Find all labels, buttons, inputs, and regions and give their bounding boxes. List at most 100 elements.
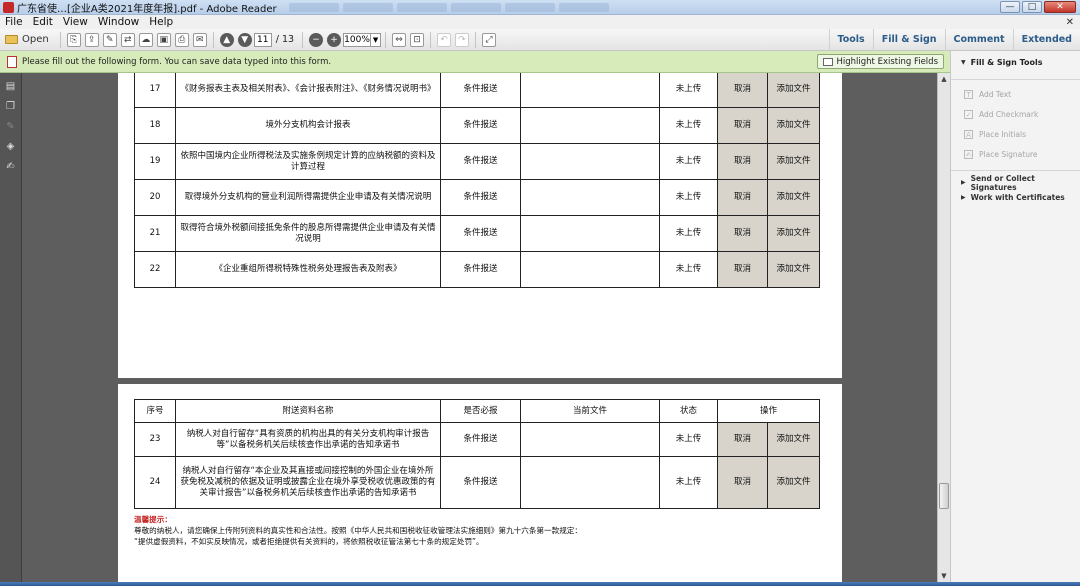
edit-button[interactable]: ✎ <box>102 32 118 48</box>
zoom-in-button[interactable]: + <box>326 32 342 48</box>
menu-window[interactable]: Window <box>93 16 144 28</box>
signatures-icon[interactable]: ✍ <box>5 161 17 173</box>
close-window-button[interactable]: ✕ <box>1044 1 1076 13</box>
send-collect-signatures-section[interactable]: ▶ Send or Collect Signatures <box>951 174 1080 192</box>
menu-edit[interactable]: Edit <box>28 16 58 28</box>
cancel-button[interactable]: 取消 <box>717 143 768 180</box>
scrollbar-thumb[interactable] <box>939 483 949 509</box>
share-icon: ⇄ <box>120 32 135 47</box>
arrow-up-icon: ▲ <box>219 32 234 47</box>
open-button[interactable]: Open <box>1 32 55 48</box>
cancel-button[interactable]: 取消 <box>717 215 768 252</box>
menu-file[interactable]: File <box>0 16 28 28</box>
add-checkmark-tool[interactable]: ✓ Add Checkmark <box>951 104 1080 124</box>
pane-divider <box>951 79 1080 80</box>
vertical-scrollbar[interactable]: ▲ ▼ <box>937 73 950 582</box>
extended-pane-link[interactable]: Extended <box>1012 28 1080 51</box>
toolbar-divider <box>430 31 432 48</box>
save-button[interactable]: ▣ <box>156 32 172 48</box>
work-with-certificates-section[interactable]: ▶ Work with Certificates <box>951 190 1080 205</box>
row-serial: 20 <box>134 179 176 216</box>
fill-sign-pane-link[interactable]: Fill & Sign <box>872 28 945 51</box>
tools-pane-link[interactable]: Tools <box>828 28 873 51</box>
cancel-button[interactable]: 取消 <box>717 107 768 144</box>
add-file-button[interactable]: 添加文件 <box>767 107 820 144</box>
header-serial: 序号 <box>134 399 176 423</box>
cancel-button[interactable]: 取消 <box>717 422 768 457</box>
toolbar-panes: Tools Fill & Sign Comment Extended <box>828 28 1080 51</box>
cancel-button[interactable]: 取消 <box>717 73 768 108</box>
header-attachment-name: 附送资料名称 <box>175 399 441 423</box>
current-file-field[interactable] <box>520 107 660 144</box>
menu-view[interactable]: View <box>58 16 93 28</box>
table-row: 24 纳税人对自行留存“本企业及其直接或间接控制的外国企业在境外所获免税及减税的依… <box>134 456 821 509</box>
scroll-up-icon[interactable]: ▲ <box>938 73 950 85</box>
row-attachment-name: 纳税人对自行留存“本企业及其直接或间接控制的外国企业在境外所获免税及减税的依据及… <box>175 456 441 509</box>
print-button[interactable]: ⎙ <box>174 32 190 48</box>
export-button[interactable]: ⇪ <box>84 32 100 48</box>
add-file-button[interactable]: 添加文件 <box>767 251 820 288</box>
cancel-button[interactable]: 取消 <box>717 456 768 509</box>
layers-icon[interactable]: ◈ <box>5 141 17 153</box>
triangle-right-icon: ▶ <box>961 179 966 186</box>
chevron-down-icon[interactable]: ▼ <box>370 33 380 46</box>
attachments-icon[interactable]: ✎ <box>5 121 17 133</box>
table-row: 20 取得境外分支机构的营业利润所得需提供企业申请及有关情况说明 条件报送 未上传 取消… <box>134 179 820 216</box>
form-notice-bar: Please fill out the following form. You … <box>0 51 950 73</box>
page-number-input[interactable]: 11 <box>253 32 272 47</box>
page-thumbnails-icon[interactable]: ▤ <box>5 81 17 93</box>
rotate-right-button[interactable]: ↷ <box>454 32 470 48</box>
add-file-button[interactable]: 添加文件 <box>767 215 820 252</box>
add-file-button[interactable]: 添加文件 <box>766 422 821 457</box>
add-file-button[interactable]: 添加文件 <box>767 179 820 216</box>
scroll-down-icon[interactable]: ▼ <box>938 570 950 582</box>
toolbar-divider <box>475 31 477 48</box>
highlight-icon <box>822 57 833 66</box>
current-file-field[interactable] <box>520 143 660 180</box>
fit-page-button[interactable]: ⊡ <box>409 32 425 48</box>
place-signature-label: Place Signature <box>979 149 1038 159</box>
header-operations: 操作 <box>716 399 821 423</box>
main-toolbar: Open ⎘ ⇪ ✎ ⇄ ☁ ▣ ⎙ ✉ ▲ ▼ 11 / 13 − + 100… <box>0 28 1080 51</box>
highlight-fields-button[interactable]: Highlight Existing Fields <box>816 54 944 69</box>
add-file-button[interactable]: 添加文件 <box>767 143 820 180</box>
add-file-button[interactable]: 添加文件 <box>767 73 820 108</box>
row-attachment-name: 《财务报表主表及相关附表》、《会计报表附注》、《财务情况说明书》 <box>175 73 441 108</box>
cancel-button[interactable]: 取消 <box>717 251 768 288</box>
place-initials-tool[interactable]: A Place Initials <box>951 124 1080 144</box>
fill-sign-tools-header[interactable]: ▼ Fill & Sign Tools <box>951 51 1080 73</box>
cloud-button[interactable]: ☁ <box>138 32 154 48</box>
current-file-field[interactable] <box>520 215 660 252</box>
rotate-left-button[interactable]: ↶ <box>436 32 452 48</box>
previous-page-button[interactable]: ▲ <box>219 32 235 48</box>
fit-width-icon: ⇔ <box>392 32 407 47</box>
share-button[interactable]: ⇄ <box>120 32 136 48</box>
cancel-button[interactable]: 取消 <box>717 179 768 216</box>
minimize-button[interactable]: — <box>1000 1 1020 13</box>
fit-width-button[interactable]: ⇔ <box>391 32 407 48</box>
comment-pane-link[interactable]: Comment <box>944 28 1013 51</box>
current-file-field[interactable] <box>520 73 660 108</box>
form-notice-message: Please fill out the following form. You … <box>22 56 332 67</box>
bookmarks-icon[interactable]: ❐ <box>5 101 17 113</box>
create-pdf-button[interactable]: ⎘ <box>66 32 82 48</box>
current-file-field[interactable] <box>520 251 660 288</box>
toolbar-divider <box>212 31 214 48</box>
current-file-field[interactable] <box>520 456 660 509</box>
zoom-out-button[interactable]: − <box>308 32 324 48</box>
maximize-button[interactable]: □ <box>1022 1 1042 13</box>
add-file-button[interactable]: 添加文件 <box>766 456 821 509</box>
menu-help[interactable]: Help <box>144 16 178 28</box>
add-text-tool[interactable]: T Add Text <box>951 84 1080 104</box>
next-page-button[interactable]: ▼ <box>237 32 253 48</box>
row-serial: 18 <box>134 107 176 144</box>
full-screen-button[interactable]: ⤢ <box>481 32 497 48</box>
current-file-field[interactable] <box>520 422 660 457</box>
zoom-select[interactable]: 100% ▼ <box>343 32 382 47</box>
email-button[interactable]: ✉ <box>192 32 208 48</box>
table-row: 18 境外分支机构会计报表 条件报送 未上传 取消 添加文件 <box>134 107 820 144</box>
place-signature-tool[interactable]: ✍ Place Signature <box>951 144 1080 164</box>
toolbar-divider <box>385 31 387 48</box>
current-file-field[interactable] <box>520 179 660 216</box>
close-document-icon[interactable]: ✕ <box>1066 17 1074 28</box>
